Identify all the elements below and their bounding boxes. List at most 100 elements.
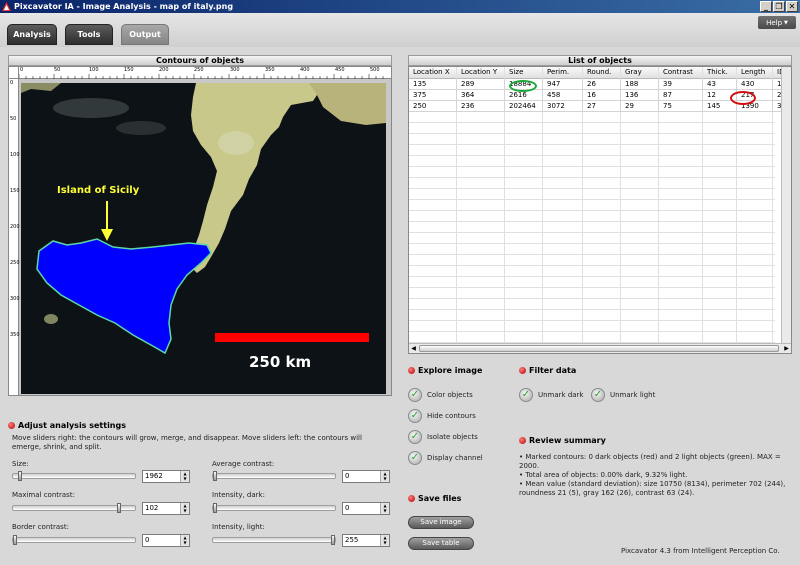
ruler-x-label: 500 <box>370 67 380 73</box>
maximize-button[interactable]: ❐ <box>773 1 785 12</box>
intensity-dark-slider[interactable] <box>212 503 336 513</box>
explore-image-title: Explore image <box>418 366 483 375</box>
list-panel-title: List of objects <box>408 55 792 66</box>
table-cell[interactable]: 3072 <box>543 101 583 112</box>
max-contrast-slider[interactable] <box>12 503 136 513</box>
section-bullet-icon <box>519 437 526 444</box>
scrollbar-thumb[interactable] <box>419 345 779 352</box>
avg-contrast-slider[interactable] <box>212 471 336 481</box>
column-header[interactable]: Location X <box>409 67 457 79</box>
table-cell[interactable]: 16 <box>583 90 621 101</box>
tab-tools[interactable]: Tools <box>65 24 113 45</box>
column-header[interactable]: Thick. <box>703 67 737 79</box>
spin-arrows-icon[interactable]: ▲ ▼ <box>380 535 389 546</box>
table-cell[interactable]: 188 <box>621 79 659 90</box>
intensity-light-slider[interactable] <box>212 535 336 545</box>
empty-table-row <box>409 211 775 222</box>
section-bullet-icon <box>408 367 415 374</box>
spin-arrows-icon[interactable]: ▲ ▼ <box>180 471 189 482</box>
column-header[interactable]: Location Y <box>457 67 505 79</box>
spin-arrows-icon[interactable]: ▲ ▼ <box>380 471 389 482</box>
isolate-objects-label: Isolate objects <box>427 433 478 441</box>
vertical-scrollbar[interactable] <box>781 67 791 344</box>
column-header[interactable]: Round. <box>583 67 621 79</box>
chevron-down-icon: ▼ <box>784 19 788 26</box>
column-header[interactable]: Perim. <box>543 67 583 79</box>
table-cell[interactable]: 29 <box>621 101 659 112</box>
tab-bar: Analysis Tools Output Help ▼ <box>0 13 800 47</box>
isolate-objects-toggle[interactable]: ✓ Isolate objects <box>408 430 478 444</box>
table-cell[interactable]: 39 <box>659 79 703 90</box>
tab-output[interactable]: Output <box>121 24 169 45</box>
column-header[interactable]: Gray <box>621 67 659 79</box>
ruler-vertical: 0 50 100 150 200 250 300 350 <box>9 79 20 395</box>
display-channel-label: Display channel <box>427 454 483 462</box>
table-cell[interactable]: 458 <box>543 90 583 101</box>
unmark-dark-toggle[interactable]: ✓ Unmark dark <box>519 388 584 402</box>
slider-knob[interactable] <box>13 535 17 545</box>
size-slider[interactable] <box>12 471 136 481</box>
column-header[interactable]: Contrast <box>659 67 703 79</box>
scroll-right-icon[interactable]: ▶ <box>782 344 791 353</box>
table-cell[interactable]: 202464 <box>505 101 543 112</box>
table-cell[interactable]: 145 <box>703 101 737 112</box>
horizontal-scrollbar[interactable]: ◀ ▶ <box>409 343 791 353</box>
column-header[interactable]: Length <box>737 67 773 79</box>
table-cell[interactable]: 430 <box>737 79 773 90</box>
review-summary-title: Review summary <box>529 436 606 445</box>
spin-arrows-icon[interactable]: ▲ ▼ <box>180 503 189 514</box>
spin-arrows-icon[interactable]: ▲ ▼ <box>180 535 189 546</box>
size-value: 1962 <box>145 472 163 480</box>
empty-table-row <box>409 310 775 321</box>
objects-table[interactable]: Location X Location Y Size Perim. Round. Gray… <box>408 66 792 354</box>
avg-contrast-input[interactable]: 0 ▲ ▼ <box>342 470 390 483</box>
ruler-y-label: 300 <box>10 296 20 302</box>
table-cell[interactable]: 27 <box>583 101 621 112</box>
close-button[interactable]: ✕ <box>786 1 798 12</box>
intensity-light-input[interactable]: 255 ▲ ▼ <box>342 534 390 547</box>
intensity-dark-input[interactable]: 0 ▲ ▼ <box>342 502 390 515</box>
column-header[interactable]: Size <box>505 67 543 79</box>
table-cell[interactable]: 135 <box>409 79 457 90</box>
ruler-x-label: 0 <box>20 67 24 73</box>
border-contrast-input[interactable]: 0 ▲ ▼ <box>142 534 190 547</box>
table-cell[interactable]: 375 <box>409 90 457 101</box>
empty-table-row <box>409 266 775 277</box>
empty-table-row <box>409 277 775 288</box>
table-cell[interactable]: 87 <box>659 90 703 101</box>
ruler-y-label: 50 <box>10 116 17 122</box>
slider-knob[interactable] <box>331 535 335 545</box>
color-objects-toggle[interactable]: ✓ Color objects <box>408 388 473 402</box>
table-cell[interactable]: 26 <box>583 79 621 90</box>
table-cell[interactable]: 236 <box>457 101 505 112</box>
ruler-x-label: 200 <box>159 67 169 73</box>
unmark-light-toggle[interactable]: ✓ Unmark light <box>591 388 655 402</box>
minimize-button[interactable]: _ <box>760 1 772 12</box>
border-contrast-slider[interactable] <box>12 535 136 545</box>
scroll-left-icon[interactable]: ◀ <box>409 344 418 353</box>
table-cell[interactable]: 364 <box>457 90 505 101</box>
help-menu-button[interactable]: Help ▼ <box>758 16 796 29</box>
empty-table-row <box>409 233 775 244</box>
table-cell[interactable]: 947 <box>543 79 583 90</box>
avg-contrast-slider-label: Average contrast: <box>212 460 275 468</box>
save-image-button[interactable]: Save image <box>408 516 474 529</box>
display-channel-toggle[interactable]: ✓ Display channel <box>408 451 483 465</box>
max-contrast-input[interactable]: 102 ▲ ▼ <box>142 502 190 515</box>
hide-contours-toggle[interactable]: ✓ Hide contours <box>408 409 476 423</box>
table-cell[interactable]: 43 <box>703 79 737 90</box>
table-cell[interactable]: 289 <box>457 79 505 90</box>
size-input[interactable]: 1962 ▲ ▼ <box>142 470 190 483</box>
image-viewer[interactable]: 0 50 100 150 200 250 300 350 400 450 500… <box>8 66 392 396</box>
table-cell[interactable]: 75 <box>659 101 703 112</box>
slider-knob[interactable] <box>117 503 121 513</box>
table-cell[interactable]: 136 <box>621 90 659 101</box>
scale-bar <box>215 333 369 342</box>
slider-knob[interactable] <box>213 471 217 481</box>
slider-knob[interactable] <box>18 471 22 481</box>
spin-arrows-icon[interactable]: ▲ ▼ <box>380 503 389 514</box>
tab-analysis[interactable]: Analysis <box>7 24 57 45</box>
slider-knob[interactable] <box>213 503 217 513</box>
save-table-button[interactable]: Save table <box>408 537 474 550</box>
table-cell[interactable]: 250 <box>409 101 457 112</box>
